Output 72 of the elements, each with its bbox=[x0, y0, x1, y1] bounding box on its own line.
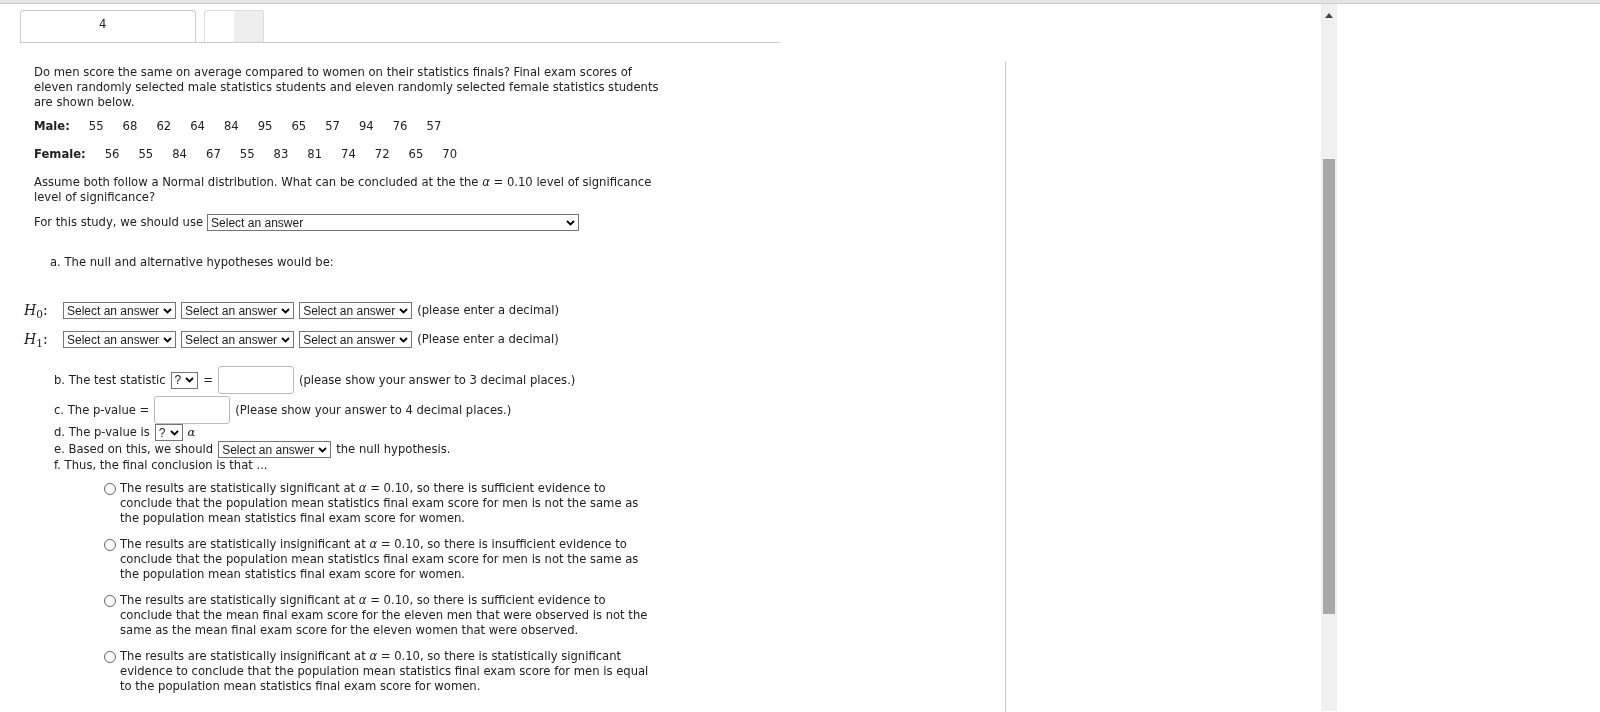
select-dropdown[interactable]: Select an answer bbox=[299, 331, 413, 348]
scroll-up-icon[interactable] bbox=[1325, 13, 1333, 18]
select-dropdown[interactable]: Select an answer bbox=[63, 331, 177, 348]
hint-text: (Please show your answer to 4 decimal places.) bbox=[235, 402, 512, 418]
prompt-label: a. The null and alternative hypotheses would be: bbox=[50, 255, 335, 270]
chevron-down-icon bbox=[399, 307, 409, 314]
select-dropdown[interactable]: Select an answer bbox=[218, 441, 332, 458]
score-value: 65 bbox=[291, 119, 307, 134]
score-value: 64 bbox=[190, 119, 205, 134]
question-text: Do men score the same on average compared to women on their statistics finals? Final exam scores of eleven randomly selected male statistics students and eleven randomly selected female statistics students are shown below. bbox=[34, 65, 660, 110]
score-value: 65 bbox=[408, 147, 424, 162]
chevron-down-icon bbox=[163, 336, 173, 343]
select-dropdown[interactable]: Select an answer bbox=[207, 214, 580, 231]
prompt-label: f. Thus, the final conclusion is that ... bbox=[53, 458, 269, 473]
score-value: 76 bbox=[392, 119, 408, 134]
option-text: The results are statistically significant at α = 0.10, so there is sufficient evidence to conclude that the population mean statistics final exam score for men is not the same as the population mean statistics final exam score for women. bbox=[120, 481, 640, 526]
hypothesis-label: H$_{0}$: bbox=[24, 303, 49, 318]
chevron-down-icon bbox=[281, 307, 291, 314]
question-text: Assume both follow a Normal distribution. What can be concluded at the the α = 0.10 level of significance level of significance? bbox=[34, 175, 653, 205]
score-value: 70 bbox=[442, 147, 458, 162]
hint-text: (Please enter a decimal) bbox=[417, 332, 559, 347]
score-value: 55 bbox=[88, 119, 104, 134]
select-dropdown[interactable]: ? bbox=[170, 371, 199, 389]
score-value: 56 bbox=[104, 147, 120, 162]
score-value: 57 bbox=[325, 119, 340, 134]
prompt-label: e. Based on this, we should bbox=[54, 442, 214, 457]
score-value: 67 bbox=[206, 147, 221, 162]
score-value: 57 bbox=[426, 119, 442, 134]
score-value: 55 bbox=[239, 147, 255, 162]
score-value: 72 bbox=[374, 147, 390, 162]
chevron-down-icon bbox=[169, 429, 179, 436]
score-value: 84 bbox=[172, 147, 187, 162]
chevron-down-icon bbox=[163, 307, 173, 314]
prompt-label: d. The p-value is bbox=[54, 425, 150, 440]
chevron-down-icon bbox=[281, 336, 291, 343]
hypothesis-label: H$_{1}$: bbox=[24, 332, 49, 347]
sample-label: Male: bbox=[34, 119, 70, 134]
sample-label: Female: bbox=[34, 147, 86, 162]
answer-field[interactable] bbox=[218, 366, 294, 394]
hint-text: (please enter a decimal) bbox=[417, 303, 560, 318]
question-number-tab[interactable]: 4 bbox=[20, 10, 196, 42]
option-text: The results are statistically significant at α = 0.10, so there is sufficient evidence to conclude that the mean final exam score for the eleven men that were observed is not the same as the mean final exam score for the eleven women that were observed. bbox=[120, 593, 649, 638]
score-value: 62 bbox=[156, 119, 172, 134]
chevron-down-icon bbox=[566, 219, 576, 226]
score-value: 84 bbox=[223, 119, 239, 134]
select-dropdown[interactable]: Select an answer bbox=[181, 331, 295, 348]
prompt-label: b. The test statistic bbox=[54, 372, 166, 388]
score-value: 95 bbox=[257, 119, 273, 134]
prompt-label: c. The p-value = bbox=[54, 402, 150, 418]
answer-field[interactable] bbox=[154, 396, 231, 424]
chevron-down-icon bbox=[185, 377, 195, 383]
alpha-symbol: α bbox=[187, 425, 196, 440]
hint-text: (please show your answer to 3 decimal places.) bbox=[299, 372, 576, 388]
select-dropdown[interactable]: Select an answer bbox=[63, 302, 177, 319]
chevron-down-icon bbox=[399, 336, 409, 343]
score-value: 94 bbox=[358, 119, 374, 134]
scrollbar-thumb[interactable] bbox=[1323, 159, 1335, 614]
prompt-label: For this study, we should use bbox=[34, 215, 204, 230]
score-value: 68 bbox=[122, 119, 138, 134]
scrollbar[interactable] bbox=[1321, 4, 1337, 711]
option-text: The results are statistically insignificant at α = 0.10, so there is statistically significant evidence to conclude that the population mean statistics final exam score for men is equal to the population mean statistics final exam score for women. bbox=[120, 649, 650, 694]
score-value: 81 bbox=[307, 147, 323, 162]
select-dropdown[interactable]: ? bbox=[154, 424, 183, 441]
score-value: 74 bbox=[341, 147, 356, 162]
score-value: 55 bbox=[138, 147, 154, 162]
chevron-down-icon bbox=[318, 446, 328, 453]
prompt-label: the null hypothesis. bbox=[336, 442, 451, 457]
equals-sign: = bbox=[203, 372, 213, 388]
score-value: 83 bbox=[273, 147, 289, 162]
select-dropdown[interactable]: Select an answer bbox=[181, 302, 295, 319]
select-dropdown[interactable]: Select an answer bbox=[299, 302, 413, 319]
option-text: The results are statistically insignificant at α = 0.10, so there is insufficient evidence to conclude that the population mean statistics final exam score for men is not the same as the population mean statistics final exam score for women. bbox=[120, 537, 640, 582]
